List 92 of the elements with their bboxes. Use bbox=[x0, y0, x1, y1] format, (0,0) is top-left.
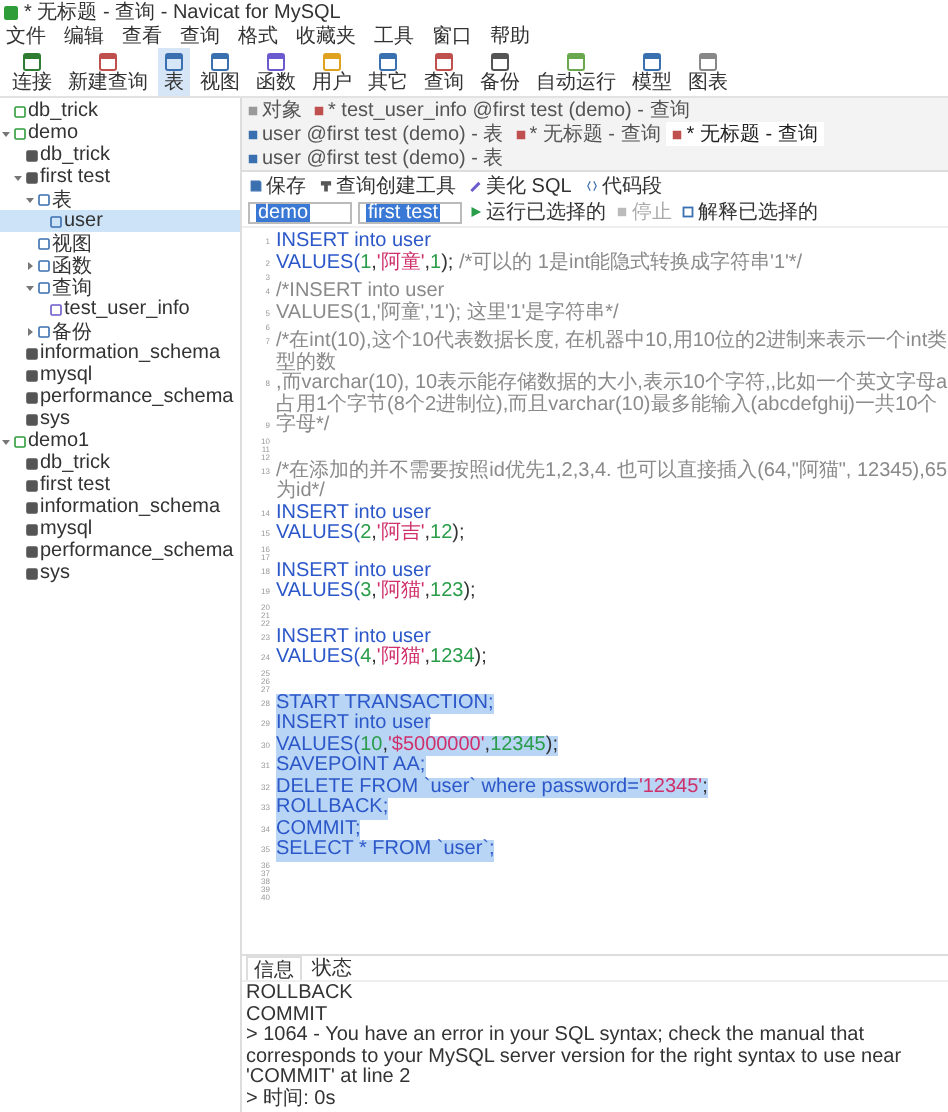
play-icon bbox=[470, 206, 482, 218]
code-line: INSERT into user bbox=[276, 561, 431, 581]
editor-tab[interactable]: 对象 bbox=[242, 98, 308, 122]
tree-item[interactable]: performance_schema bbox=[0, 540, 240, 562]
menu-item[interactable]: 文件 bbox=[6, 22, 46, 50]
code-line: /*INSERT into user bbox=[276, 282, 445, 302]
output-tab[interactable]: 状态 bbox=[306, 956, 358, 980]
toolbar-button[interactable]: 图表 bbox=[682, 48, 734, 96]
toolbar-button[interactable]: 表 bbox=[158, 48, 190, 96]
toolbar-button[interactable]: 其它 bbox=[362, 48, 414, 96]
run-button[interactable]: 运行已选择的 bbox=[468, 198, 608, 226]
message-line: > 时间: 0s bbox=[246, 1089, 338, 1110]
menu-item[interactable]: 格式 bbox=[238, 22, 278, 50]
window-title: * 无标题 - 查询 - Navicat for MySQL bbox=[24, 0, 341, 25]
tree-item[interactable]: test_user_info bbox=[0, 298, 240, 320]
toolbar-button[interactable]: 查询创建工具 bbox=[318, 171, 458, 199]
tree-item[interactable]: demo1 bbox=[0, 430, 240, 452]
tree-item[interactable]: sys bbox=[0, 562, 240, 584]
editor-tab[interactable]: user @first test (demo) - 表 bbox=[242, 146, 510, 170]
caret-icon bbox=[14, 173, 22, 181]
tree-item[interactable]: information_schema bbox=[0, 496, 240, 518]
menu-item[interactable]: 编辑 bbox=[64, 22, 104, 50]
output-tab[interactable]: 信息 bbox=[246, 956, 302, 980]
message-line: COMMIT bbox=[246, 1005, 330, 1026]
tree-item[interactable]: 函数 bbox=[0, 254, 240, 276]
toolbar-button[interactable]: 新建查询 bbox=[62, 48, 154, 96]
menu-item[interactable]: 窗口 bbox=[432, 22, 472, 50]
toolbar-button[interactable]: 模型 bbox=[626, 48, 678, 96]
tree-item[interactable]: mysql bbox=[0, 518, 240, 540]
tree-item[interactable]: 视图 bbox=[0, 232, 240, 254]
editor-tab[interactable]: * 无标题 - 查询 bbox=[666, 122, 824, 146]
wand-icon bbox=[470, 179, 482, 191]
brackets-icon bbox=[585, 179, 598, 191]
toolbar-button[interactable]: 保存 bbox=[248, 171, 308, 199]
toolbar-button[interactable]: 自动运行 bbox=[530, 48, 622, 96]
app-icon bbox=[4, 5, 18, 19]
code-line: /*在添加的并不需要按照id优先1,2,3,4. 也可以直接插入(64,"阿猫", 12345),65为id*/ bbox=[276, 461, 948, 503]
code-line: INSERT into user bbox=[276, 503, 431, 523]
tree-item[interactable]: performance_schema bbox=[0, 386, 240, 408]
caret-icon bbox=[2, 437, 10, 445]
tree-item[interactable]: user bbox=[0, 210, 240, 232]
database-select[interactable]: first test bbox=[358, 201, 462, 223]
run-button[interactable]: 解释已选择的 bbox=[680, 198, 820, 226]
menu-item[interactable]: 收藏夹 bbox=[296, 22, 356, 50]
code-line: ,而varchar(10), 10表示能存储数据的大小,表示10个字符,,比如一个英文字母a占用1个字节(8个2进制位),而且varchar(10)最多能输入(abcdefghij)一共10个 bbox=[276, 374, 948, 415]
code-line: INSERT into user bbox=[276, 627, 431, 647]
tree-item[interactable]: db_trick bbox=[0, 452, 240, 474]
menu-item[interactable]: 工具 bbox=[374, 22, 414, 50]
menu-item[interactable]: 帮助 bbox=[490, 22, 530, 50]
tree-item[interactable]: 表 bbox=[0, 188, 240, 210]
toolbar-button[interactable]: 查询 bbox=[418, 48, 470, 96]
code-line: VALUES(1,'阿童','1'); 这里'1'是字符串*/ bbox=[276, 303, 619, 324]
caret-icon bbox=[2, 129, 10, 137]
tree-item[interactable]: db_trick bbox=[0, 100, 240, 122]
code-line: VALUES(2,'阿吉',12); bbox=[276, 524, 465, 545]
toolbar-button[interactable]: 备份 bbox=[474, 48, 526, 96]
caret-icon bbox=[26, 261, 34, 269]
message-line: ROLLBACK bbox=[246, 984, 355, 1005]
menu-item[interactable]: 查看 bbox=[122, 22, 162, 50]
toolbar-button[interactable]: 函数 bbox=[250, 48, 302, 96]
tree-item[interactable]: db_trick bbox=[0, 144, 240, 166]
menu-item[interactable]: 查询 bbox=[180, 22, 220, 50]
tree-item[interactable]: mysql bbox=[0, 364, 240, 386]
tree-item[interactable]: demo bbox=[0, 122, 240, 144]
hammer-icon bbox=[320, 179, 332, 191]
stop-icon bbox=[616, 206, 628, 218]
tree-item[interactable]: information_schema bbox=[0, 342, 240, 364]
code-line: VALUES(4,'阿猫',1234); bbox=[276, 648, 487, 669]
tree-item[interactable]: sys bbox=[0, 408, 240, 430]
tree-item[interactable]: first test bbox=[0, 166, 240, 188]
code-line: VALUES(1,'阿童',1); /*可以的 1是int能隐式转换成字符串'1'*/ bbox=[276, 253, 803, 274]
editor-tab[interactable]: * test_user_info @first test (demo) - 查询 bbox=[308, 98, 696, 122]
code-line: 字母*/ bbox=[276, 416, 330, 437]
code-line: INSERT into user bbox=[276, 232, 431, 252]
tree-item[interactable]: 查询 bbox=[0, 276, 240, 298]
caret-icon bbox=[26, 195, 34, 203]
code-line: /*在int(10),这个10代表数据长度, 在机器中10,用10位的2进制来表示一个int类型的数 bbox=[276, 332, 948, 373]
save-icon bbox=[250, 179, 262, 191]
toolbar-button[interactable]: 代码段 bbox=[583, 171, 664, 199]
editor-tab[interactable]: * 无标题 - 查询 bbox=[509, 122, 667, 146]
toolbar-button[interactable]: 视图 bbox=[194, 48, 246, 96]
toolbar-button[interactable]: 连接 bbox=[6, 48, 58, 96]
message-line: > 1064 - You have an error in your SQL syntax; check the manual that corresponds to your MySQL server version for the right syntax to use near 'COMMIT' at line 2 bbox=[246, 1026, 904, 1088]
tree-item[interactable]: 备份 bbox=[0, 320, 240, 342]
caret-icon bbox=[26, 283, 34, 291]
editor-tab[interactable]: user @first test (demo) - 表 bbox=[242, 122, 510, 146]
connection-select[interactable]: demo bbox=[248, 201, 352, 223]
toolbar-button[interactable]: 用户 bbox=[306, 48, 358, 96]
caret-icon bbox=[26, 327, 34, 335]
toolbar-button[interactable]: 美化 SQL bbox=[468, 171, 574, 199]
tree-item[interactable]: first test bbox=[0, 474, 240, 496]
code-line: VALUES(3,'阿猫',123); bbox=[276, 582, 476, 603]
